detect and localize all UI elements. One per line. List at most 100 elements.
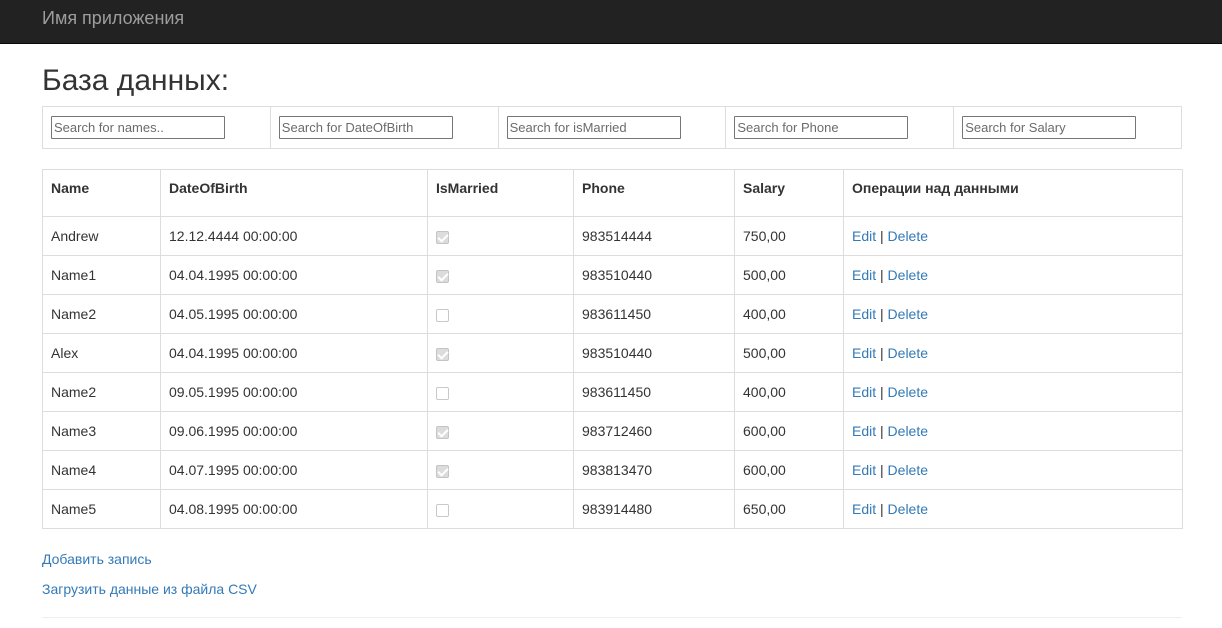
cell-salary: 400,00: [734, 294, 844, 334]
cell-dob: 04.05.1995 00:00:00: [160, 294, 428, 334]
delete-link[interactable]: Delete: [888, 228, 928, 244]
search-salary-input[interactable]: [962, 116, 1137, 139]
delete-link[interactable]: Delete: [888, 462, 928, 478]
cell-dob: 09.05.1995 00:00:00: [160, 372, 428, 412]
cell-married: [427, 255, 574, 295]
edit-link[interactable]: Edit: [852, 462, 876, 478]
table-row: Alex 04.04.1995 00:00:00 983510440 500,00 Ed…: [42, 333, 1183, 373]
married-checkbox: [436, 386, 449, 400]
link-separator: |: [880, 267, 884, 283]
cell-phone: 983510440: [573, 255, 735, 295]
cell-phone: 983514444: [573, 216, 735, 256]
main-container: База данных: Name DateOfBirth IsMarried …: [42, 44, 1183, 609]
edit-link[interactable]: Edit: [852, 345, 876, 361]
edit-link[interactable]: Edit: [852, 228, 876, 244]
load-csv-link[interactable]: Загрузить данные из файла CSV: [42, 581, 257, 597]
cell-dob: 04.04.1995 00:00:00: [160, 333, 428, 373]
cell-dob: 04.08.1995 00:00:00: [160, 489, 428, 529]
delete-link[interactable]: Delete: [888, 306, 928, 322]
column-header-operations: Операции над данными: [843, 169, 1183, 217]
cell-salary: 750,00: [734, 216, 844, 256]
table-row: Andrew 12.12.4444 00:00:00 983514444 750,00…: [42, 216, 1183, 256]
married-checkbox: [436, 464, 449, 478]
cell-married: [427, 372, 574, 412]
link-separator: |: [880, 306, 884, 322]
married-checkbox: [436, 230, 449, 244]
cell-married: [427, 294, 574, 334]
married-checkbox: [436, 503, 449, 517]
cell-name: Name1: [42, 255, 161, 295]
cell-dob: 04.07.1995 00:00:00: [160, 450, 428, 490]
married-checkbox: [436, 308, 449, 322]
bottom-divider: [42, 617, 1182, 618]
cell-salary: 650,00: [734, 489, 844, 529]
cell-salary: 400,00: [734, 372, 844, 412]
married-checkbox: [436, 347, 449, 361]
brand-link[interactable]: Имя приложения: [42, 8, 184, 28]
cell-name: Name4: [42, 450, 161, 490]
search-dob-input[interactable]: [278, 116, 453, 139]
cell-phone: 983914480: [573, 489, 735, 529]
cell-operations: Edit | Delete: [843, 489, 1183, 529]
column-header-married: IsMarried: [427, 169, 574, 217]
delete-link[interactable]: Delete: [888, 501, 928, 517]
link-separator: |: [880, 462, 884, 478]
edit-link[interactable]: Edit: [852, 306, 876, 322]
cell-married: [427, 333, 574, 373]
cell-married: [427, 489, 574, 529]
cell-phone: 983611450: [573, 294, 735, 334]
cell-phone: 983813470: [573, 450, 735, 490]
cell-operations: Edit | Delete: [843, 216, 1183, 256]
cell-salary: 500,00: [734, 255, 844, 295]
table-row: Name5 04.08.1995 00:00:00 983914480 650,00 E…: [42, 489, 1183, 529]
cell-salary: 500,00: [734, 333, 844, 373]
link-separator: |: [880, 345, 884, 361]
edit-link[interactable]: Edit: [852, 501, 876, 517]
footer-links: Добавить запись Загрузить данные из файл…: [42, 549, 1182, 609]
column-header-phone: Phone: [573, 169, 735, 217]
cell-phone: 983611450: [573, 372, 735, 412]
cell-married: [427, 411, 574, 451]
cell-married: [427, 450, 574, 490]
page-title: База данных:: [42, 64, 230, 97]
search-phone-input[interactable]: [734, 116, 909, 139]
table-header-row: Name DateOfBirth IsMarried Phone Salary …: [42, 169, 1183, 217]
table-row: Name2 09.05.1995 00:00:00 983611450 400,00 E…: [42, 372, 1183, 412]
cell-operations: Edit | Delete: [843, 255, 1183, 295]
column-header-salary: Salary: [734, 169, 844, 217]
table-row: Name3 09.06.1995 00:00:00 983712460 600,00 E…: [42, 411, 1183, 451]
cell-dob: 04.04.1995 00:00:00: [160, 255, 428, 295]
delete-link[interactable]: Delete: [888, 423, 928, 439]
cell-operations: Edit | Delete: [843, 294, 1183, 334]
married-checkbox: [436, 269, 449, 283]
cell-dob: 09.06.1995 00:00:00: [160, 411, 428, 451]
cell-operations: Edit | Delete: [843, 333, 1183, 373]
cell-salary: 600,00: [734, 411, 844, 451]
cell-phone: 983712460: [573, 411, 735, 451]
married-checkbox: [436, 425, 449, 439]
column-header-name: Name: [42, 169, 161, 217]
cell-name: Name2: [42, 372, 161, 412]
table-row: Name4 04.07.1995 00:00:00 983813470 600,00 E…: [42, 450, 1183, 490]
data-table: Name DateOfBirth IsMarried Phone Salary …: [42, 169, 1183, 529]
add-record-link[interactable]: Добавить запись: [42, 551, 152, 567]
delete-link[interactable]: Delete: [888, 345, 928, 361]
cell-name: Name2: [42, 294, 161, 334]
search-names-input[interactable]: [51, 116, 225, 139]
delete-link[interactable]: Delete: [888, 384, 928, 400]
cell-married: [427, 216, 574, 256]
edit-link[interactable]: Edit: [852, 267, 876, 283]
edit-link[interactable]: Edit: [852, 423, 876, 439]
table-body: Andrew 12.12.4444 00:00:00 983514444 750,00…: [42, 216, 1183, 529]
cell-operations: Edit | Delete: [843, 411, 1183, 451]
edit-link[interactable]: Edit: [852, 384, 876, 400]
search-married-input[interactable]: [506, 116, 681, 139]
cell-name: Alex: [42, 333, 161, 373]
cell-name: Name3: [42, 411, 161, 451]
cell-salary: 600,00: [734, 450, 844, 490]
cell-phone: 983510440: [573, 333, 735, 373]
table-row: Name2 04.05.1995 00:00:00 983611450 400,00 E…: [42, 294, 1183, 334]
cell-name: Name5: [42, 489, 161, 529]
delete-link[interactable]: Delete: [888, 267, 928, 283]
column-header-dob: DateOfBirth: [160, 169, 428, 217]
